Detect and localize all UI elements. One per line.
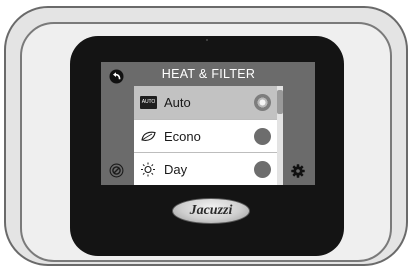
option-list: AUTO Auto Econo Day [134, 86, 283, 185]
right-control-column [283, 62, 315, 185]
auto-icon: AUTO [140, 95, 158, 110]
option-label: Day [164, 162, 188, 177]
logo-text: Jacuzzi [189, 203, 233, 218]
leaf-icon [140, 129, 158, 144]
sun-icon [140, 162, 158, 177]
screen-title: HEAT & FILTER [134, 62, 283, 86]
bezel-sensor-dot [206, 39, 208, 41]
option-day[interactable]: Day [134, 152, 277, 185]
ban-icon[interactable] [109, 163, 124, 178]
option-label: Auto [164, 95, 191, 110]
radio-selected[interactable] [254, 94, 271, 111]
left-control-column [101, 62, 134, 185]
radio-unselected[interactable] [254, 161, 271, 178]
option-auto[interactable]: AUTO Auto [134, 86, 277, 119]
auto-icon-text: AUTO [140, 96, 157, 109]
option-label: Econo [164, 129, 201, 144]
gear-icon[interactable] [291, 164, 305, 178]
back-arrow-icon[interactable] [109, 69, 124, 84]
control-screen: HEAT & FILTER AUTO Auto Econo Day [101, 62, 315, 185]
option-econo[interactable]: Econo [134, 119, 277, 152]
jacuzzi-logo: Jacuzzi [172, 198, 250, 224]
radio-unselected[interactable] [254, 128, 271, 145]
